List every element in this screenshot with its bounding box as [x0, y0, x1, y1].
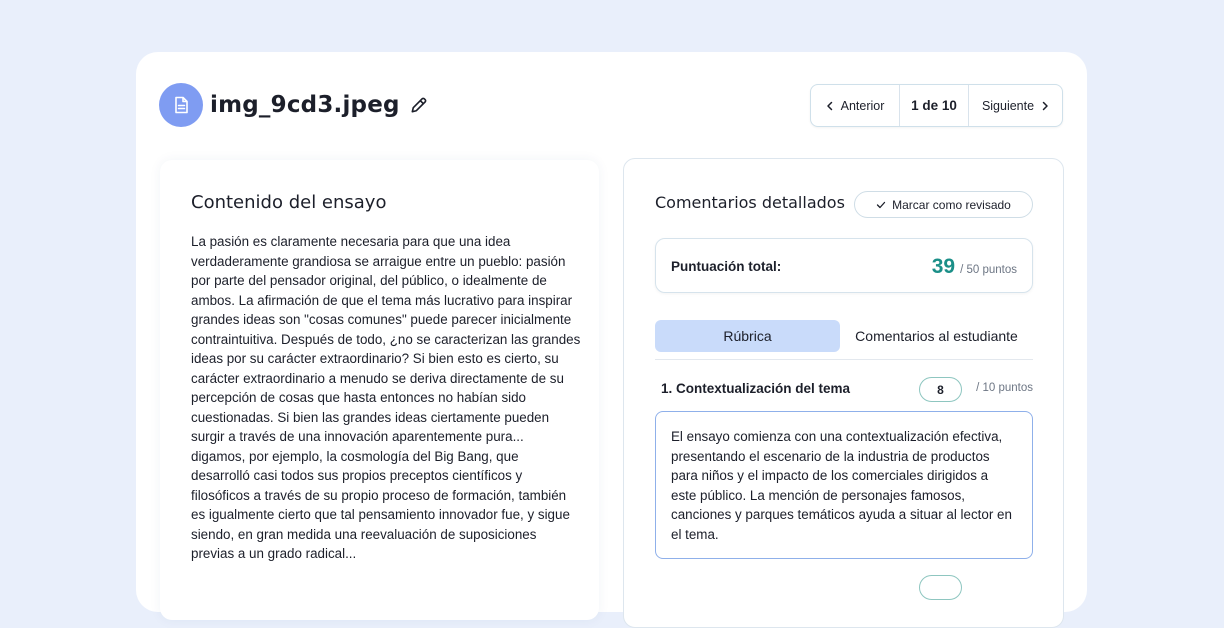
- mark-reviewed-button[interactable]: Marcar como revisado: [854, 191, 1033, 218]
- previous-label: Anterior: [840, 98, 885, 113]
- total-score-label: Puntuación total:: [671, 259, 782, 274]
- chevron-right-icon: [1042, 101, 1048, 110]
- mark-reviewed-label: Marcar como revisado: [892, 197, 1011, 212]
- pagination: Anterior 1 de 10 Siguiente: [810, 84, 1063, 127]
- feedback-heading: Comentarios detallados: [655, 193, 845, 212]
- criterion-score-input[interactable]: 8: [919, 377, 962, 402]
- previous-button[interactable]: Anterior: [811, 85, 899, 126]
- next-criterion-score-input[interactable]: [919, 575, 962, 600]
- next-button[interactable]: Siguiente: [969, 85, 1062, 126]
- criterion-comment-field[interactable]: El ensayo comienza con una contextualiza…: [655, 411, 1033, 559]
- file-header: img_9cd3.jpeg: [159, 83, 428, 127]
- feedback-panel: Comentarios detallados Marcar como revis…: [623, 158, 1064, 628]
- next-label: Siguiente: [981, 98, 1035, 113]
- total-score-value-group: 39 / 50 puntos: [932, 255, 1017, 279]
- document-icon: [159, 83, 203, 127]
- essay-review-card: img_9cd3.jpeg Anterior 1 de 10 Siguiente…: [136, 52, 1087, 628]
- total-score-box: Puntuación total: 39 / 50 puntos: [655, 238, 1033, 293]
- check-icon: [876, 201, 886, 208]
- essay-panel: Contenido del ensayo La pasión es claram…: [160, 160, 599, 620]
- app-background: img_9cd3.jpeg Anterior 1 de 10 Siguiente…: [0, 0, 1224, 628]
- criterion-max: / 10 puntos: [976, 382, 1033, 394]
- page-count: 1 de 10: [899, 85, 969, 126]
- pencil-icon[interactable]: [409, 96, 428, 115]
- tab-student-comments[interactable]: Comentarios al estudiante: [840, 320, 1033, 352]
- criterion-row: 1. Contextualización del tema 8 / 10 pun…: [661, 377, 1033, 403]
- total-score-value: 39: [931, 255, 956, 278]
- criterion-title: 1. Contextualización del tema: [661, 381, 851, 396]
- feedback-tabs: Rúbrica Comentarios al estudiante: [655, 320, 1033, 360]
- tab-rubric[interactable]: Rúbrica: [655, 320, 840, 352]
- file-name: img_9cd3.jpeg: [210, 92, 400, 118]
- essay-heading: Contenido del ensayo: [191, 192, 387, 213]
- total-score-max: / 50 puntos: [960, 264, 1017, 276]
- chevron-left-icon: [826, 101, 832, 110]
- essay-text: La pasión es claramente necesaria para q…: [191, 234, 581, 561]
